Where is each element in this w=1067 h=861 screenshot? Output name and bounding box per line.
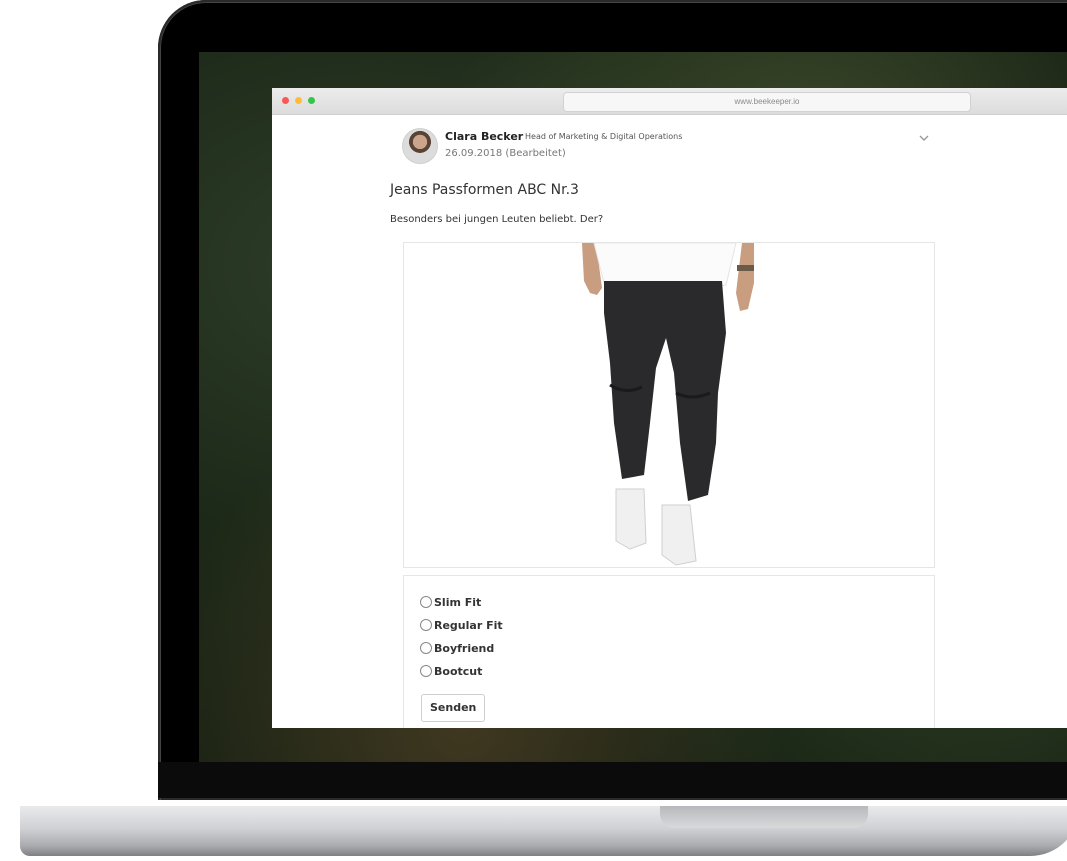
avatar[interactable] <box>402 128 438 164</box>
post-title: Jeans Passformen ABC Nr.3 <box>390 182 579 198</box>
minimize-window-button[interactable] <box>295 97 302 104</box>
laptop-bezel <box>158 762 1067 798</box>
close-window-button[interactable] <box>282 97 289 104</box>
browser-window: www.beekeeper.io Clara Becker Head of Ma… <box>272 88 1067 728</box>
poll-option-label[interactable]: Bootcut <box>434 665 482 678</box>
post-image[interactable] <box>403 242 935 568</box>
laptop-notch <box>660 806 868 828</box>
browser-titlebar: www.beekeeper.io <box>272 88 1067 115</box>
radio-button[interactable] <box>420 665 432 677</box>
post-date: 26.09.2018 (Bearbeitet) <box>445 148 566 159</box>
post-body: Besonders bei jungen Leuten beliebt. Der… <box>390 214 604 225</box>
poll-option-label[interactable]: Regular Fit <box>434 619 503 632</box>
poll-option-label[interactable]: Slim Fit <box>434 596 481 609</box>
post-header: Clara Becker Head of Marketing & Digital… <box>390 128 940 168</box>
laptop-base <box>20 806 1067 856</box>
poll-option[interactable]: Bootcut <box>420 663 482 679</box>
radio-button[interactable] <box>420 596 432 608</box>
poll-option[interactable]: Boyfriend <box>420 640 494 656</box>
send-button[interactable]: Senden <box>421 694 486 722</box>
poll-option[interactable]: Slim Fit <box>420 594 481 610</box>
poll-option-label[interactable]: Boyfriend <box>434 642 494 655</box>
chevron-down-icon[interactable] <box>918 132 930 144</box>
radio-button[interactable] <box>420 642 432 654</box>
maximize-window-button[interactable] <box>308 97 315 104</box>
post-card: Clara Becker Head of Marketing & Digital… <box>390 128 940 728</box>
poll-option[interactable]: Regular Fit <box>420 617 503 633</box>
author-role: Head of Marketing & Digital Operations <box>525 132 683 141</box>
radio-button[interactable] <box>420 619 432 631</box>
poll: Slim Fit Regular Fit Boyfriend Bootcut S… <box>403 575 935 728</box>
address-bar[interactable]: www.beekeeper.io <box>563 92 971 112</box>
author-name[interactable]: Clara Becker <box>445 130 523 143</box>
